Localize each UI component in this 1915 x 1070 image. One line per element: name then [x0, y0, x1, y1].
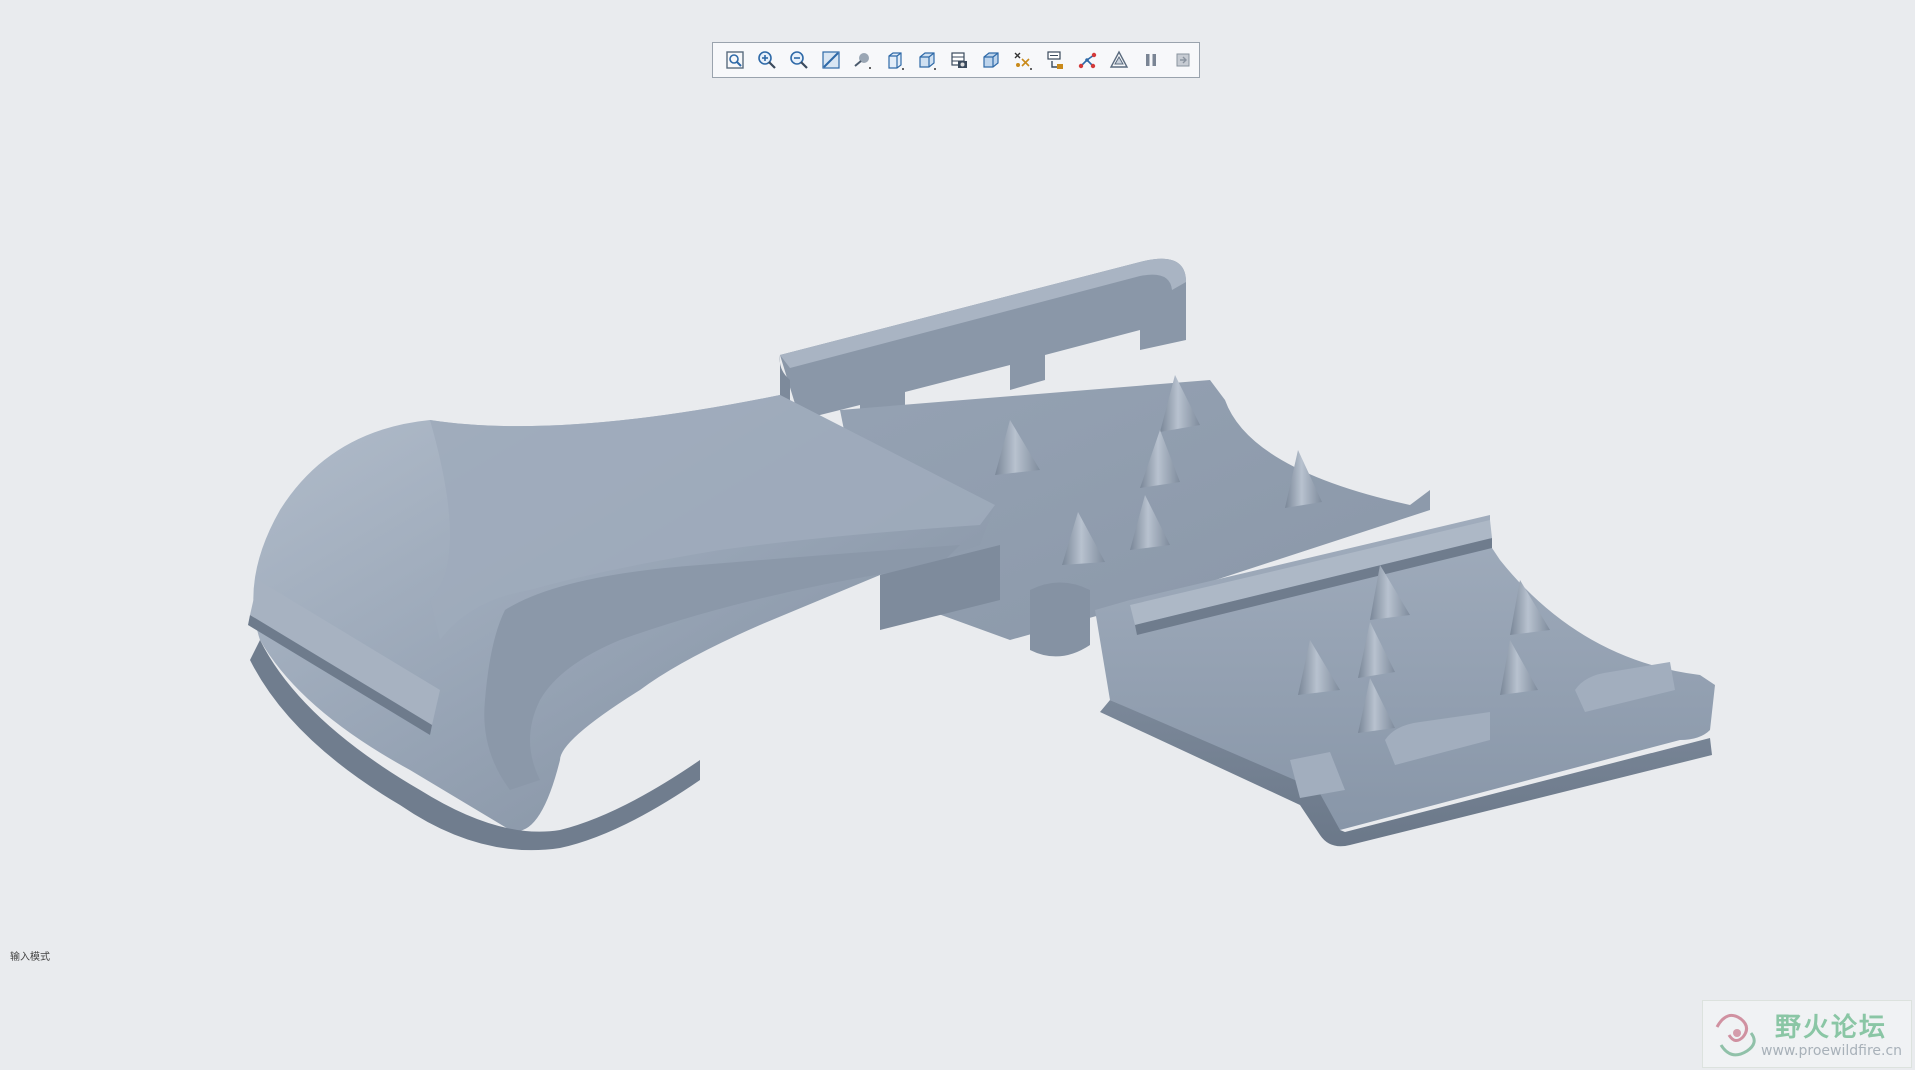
refit-icon[interactable]: [719, 45, 751, 75]
spin-center-icon[interactable]: [1071, 45, 1103, 75]
3d-model[interactable]: [0, 0, 1915, 1070]
zoom-out-icon[interactable]: [783, 45, 815, 75]
view-toolbar: [712, 42, 1200, 78]
perspective-view-icon[interactable]: [943, 45, 975, 75]
graphics-window[interactable]: 输入模式 野火论坛 www.proewildfire.cn: [0, 0, 1915, 1070]
section-view-icon[interactable]: [975, 45, 1007, 75]
repaint-icon[interactable]: [815, 45, 847, 75]
exit-icon[interactable]: [1167, 45, 1199, 75]
watermark-logo-icon: [1715, 1013, 1756, 1057]
pause-icon[interactable]: [1135, 45, 1167, 75]
zoom-in-icon[interactable]: [751, 45, 783, 75]
appearance-icon[interactable]: [1103, 45, 1135, 75]
watermark-title: 野火论坛: [1775, 1013, 1888, 1043]
saved-views-icon[interactable]: [879, 45, 911, 75]
status-text: 输入模式: [10, 952, 50, 963]
display-style-icon[interactable]: [847, 45, 879, 75]
watermark: 野火论坛 www.proewildfire.cn: [1702, 1000, 1912, 1068]
datum-display-icon[interactable]: [1007, 45, 1039, 75]
view-manager-icon[interactable]: [911, 45, 943, 75]
annotation-display-icon[interactable]: [1039, 45, 1071, 75]
watermark-url: www.proewildfire.cn: [1761, 1043, 1903, 1059]
